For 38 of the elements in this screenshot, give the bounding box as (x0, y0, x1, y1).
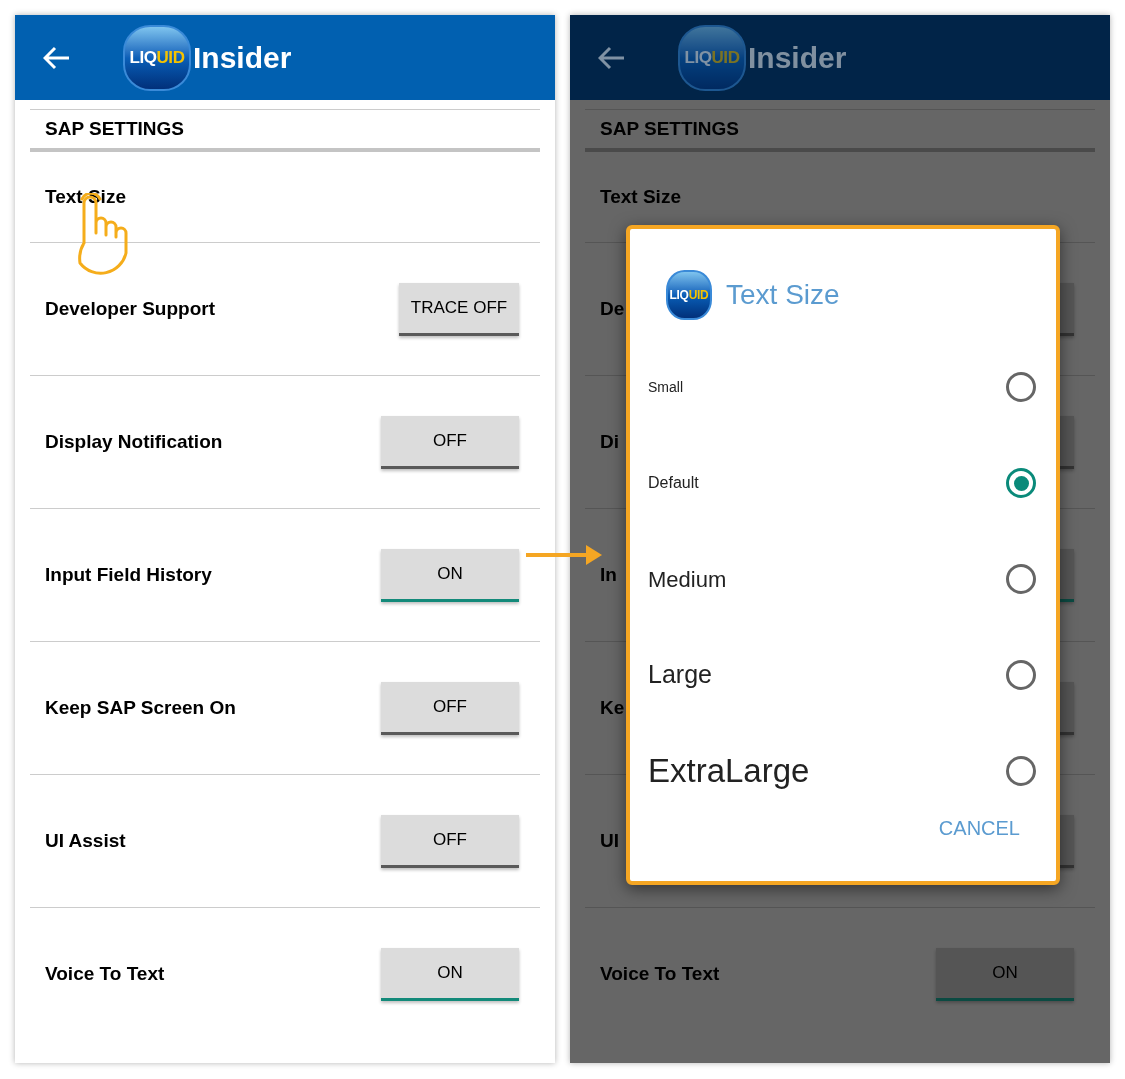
setting-label: UI (600, 828, 619, 853)
radio-button[interactable] (1006, 468, 1036, 498)
setting-label: Text Size (600, 184, 681, 209)
setting-label: Input Field History (45, 562, 212, 587)
radio-button[interactable] (1006, 564, 1036, 594)
toggle-button[interactable]: ON (381, 947, 519, 1001)
toggle-button[interactable]: OFF (381, 814, 519, 868)
app-title: Insider (193, 40, 292, 76)
toggle-button[interactable]: OFF (381, 681, 519, 735)
section-title: SAP SETTINGS (600, 116, 739, 141)
arrow-icon (526, 543, 602, 567)
toggle-button[interactable]: TRACE OFF (399, 282, 519, 336)
setting-label: In (600, 562, 617, 587)
text-size-option[interactable]: Medium (630, 531, 1056, 627)
logo-icon: LIQUID (666, 270, 712, 320)
setting-label: Keep SAP Screen On (45, 695, 236, 720)
setting-label: Display Notification (45, 429, 223, 454)
text-size-option[interactable]: Default (630, 435, 1056, 531)
logo-icon: LIQUID (123, 24, 191, 91)
radio-button[interactable] (1006, 372, 1036, 402)
app-title: Insider (748, 40, 847, 76)
setting-label: Voice To Text (600, 961, 720, 986)
back-arrow-icon[interactable] (43, 45, 71, 70)
radio-button[interactable] (1006, 756, 1036, 786)
radio-button[interactable] (1006, 660, 1036, 690)
setting-label: UI Assist (45, 828, 126, 853)
setting-label: Developer Support (45, 296, 215, 321)
dialog-title: Text Size (726, 278, 840, 312)
setting-label: Ke (600, 695, 625, 720)
setting-label: Di (600, 429, 619, 454)
setting-label: Voice To Text (45, 961, 165, 986)
text-size-option[interactable]: Large (630, 627, 1056, 723)
setting-label: De (600, 296, 625, 321)
toggle-button[interactable]: ON (381, 548, 519, 602)
text-size-option[interactable]: Small (630, 339, 1056, 435)
toggle-button[interactable]: OFF (381, 415, 519, 469)
logo-icon: LIQUID (678, 24, 746, 91)
section-title: SAP SETTINGS (45, 116, 184, 141)
